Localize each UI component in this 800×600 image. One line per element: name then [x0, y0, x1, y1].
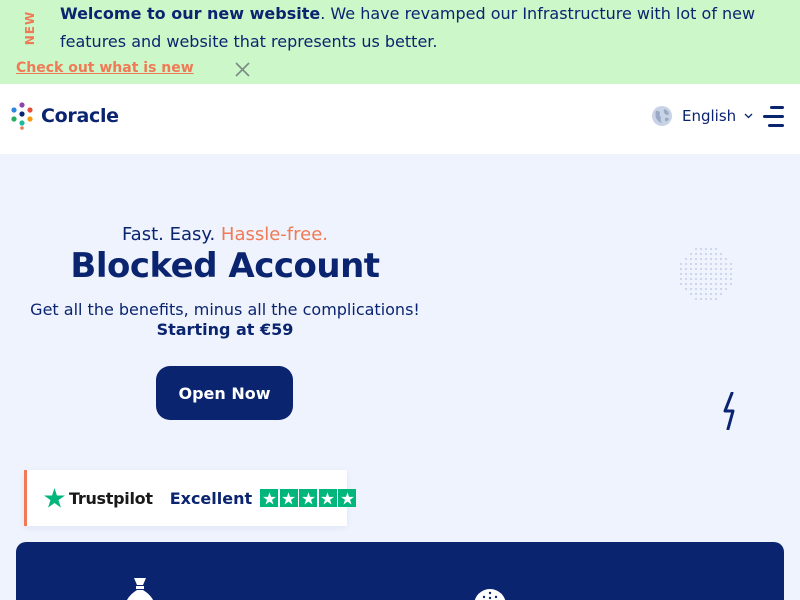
hero-section: Fast. Easy. Hassle-free. Blocked Account…: [0, 154, 800, 600]
decorative-dot-grid: [680, 248, 732, 300]
new-tag: NEW: [22, 8, 38, 48]
banner-headline: Welcome to our new website: [60, 4, 321, 23]
language-selector[interactable]: English: [651, 105, 753, 127]
page-title: Blocked Account: [70, 246, 380, 286]
features-panel: €: [16, 542, 784, 600]
hero-tagline: Fast. Easy. Hassle-free.: [0, 224, 450, 245]
new-tag-label: NEW: [23, 10, 38, 46]
site-header: Coracle English: [0, 84, 800, 154]
close-icon[interactable]: [234, 61, 251, 78]
tagline-main: Fast. Easy.: [121, 224, 221, 245]
language-label: English: [682, 107, 737, 125]
star-icon: [338, 489, 357, 507]
open-now-button[interactable]: Open Now: [156, 366, 293, 420]
whats-new-link[interactable]: Check out what is new: [16, 60, 194, 76]
hero-price: Starting at €59: [156, 320, 294, 339]
calendar-icon: [474, 589, 506, 600]
trustpilot-badge[interactable]: Trustpilot Excellent: [24, 470, 357, 526]
coracle-dots-logo: [11, 102, 33, 130]
announcement-banner: NEW Welcome to our new website. We have …: [0, 0, 800, 84]
trustpilot-stars: [260, 489, 358, 507]
tagline-accent: Hassle-free.: [220, 224, 329, 245]
brand-logo[interactable]: Coracle: [10, 102, 119, 130]
star-icon: [279, 489, 298, 507]
chevron-down-icon: [744, 113, 753, 119]
star-icon: [318, 489, 337, 507]
trustpilot-star-icon: [44, 488, 65, 508]
banner-message: Welcome to our new website. We have reva…: [60, 0, 780, 56]
star-icon: [260, 489, 279, 507]
money-bag-euro-icon: €: [127, 578, 153, 600]
trustpilot-logo: Trustpilot: [44, 488, 153, 508]
decorative-zigzag: [723, 392, 735, 430]
globe-icon: [652, 106, 672, 126]
trustpilot-label: Trustpilot: [69, 488, 153, 508]
hero-subtitle: Get all the benefits, minus all the comp…: [30, 300, 420, 319]
hamburger-menu-icon[interactable]: [762, 105, 786, 129]
trustpilot-rating: Excellent: [169, 488, 253, 508]
brand-name: Coracle: [41, 105, 119, 127]
star-icon: [299, 489, 318, 507]
